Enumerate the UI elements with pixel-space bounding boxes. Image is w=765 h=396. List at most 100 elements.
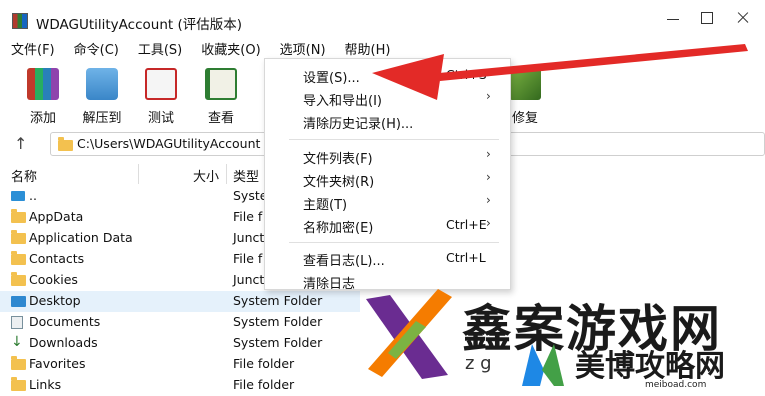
menu-item-settings[interactable]: 设置(S)... Ctrl+S: [265, 64, 510, 86]
extract-to-button[interactable]: 解压到: [75, 64, 129, 126]
list-item[interactable]: Documents System Folder: [0, 312, 360, 333]
archive-add-icon: [27, 68, 59, 100]
m-shape-left: [522, 344, 544, 386]
test-checklist-icon: [145, 68, 177, 100]
menu-item-name-encryption[interactable]: 名称加密(E) Ctrl+E ›: [265, 214, 510, 236]
file-type: System Folder: [233, 314, 323, 329]
up-arrow-icon[interactable]: ↑: [14, 134, 34, 154]
list-item[interactable]: Desktop System Folder: [0, 291, 360, 312]
folder-icon: [11, 230, 26, 244]
book-view-icon: [205, 68, 237, 100]
watermark-x-logo: [366, 289, 452, 379]
view-log-label: 查看日志(L)...: [303, 254, 385, 269]
menu-separator: [289, 139, 499, 140]
list-item[interactable]: Favorites File folder: [0, 354, 360, 375]
file-type: Junct: [233, 272, 265, 287]
chevron-right-icon: ›: [486, 89, 491, 103]
folder-icon: [11, 356, 26, 370]
list-item[interactable]: ↓ Downloads System Folder: [0, 333, 360, 354]
chevron-right-icon: ›: [486, 147, 491, 161]
clear-history-label: 清除历史记录(H)...: [303, 117, 414, 132]
column-divider[interactable]: [226, 164, 227, 184]
folder-icon: [11, 209, 26, 223]
menu-item-theme[interactable]: 主题(T) ›: [265, 191, 510, 213]
view-label: 查看: [207, 111, 234, 126]
file-type: File f: [233, 251, 263, 266]
minimize-button[interactable]: [661, 8, 685, 28]
file-type: System Folder: [233, 293, 323, 308]
watermark-url: meiboad.com: [645, 380, 707, 390]
m-shape-right: [542, 344, 564, 386]
column-size[interactable]: 大小: [193, 166, 219, 185]
menu-item-view-log[interactable]: 查看日志(L)... Ctrl+L: [265, 247, 510, 269]
folder-tree-label: 文件夹树(R): [303, 175, 375, 190]
file-name: Links: [29, 377, 62, 392]
clear-log-label: 清除日志: [303, 277, 356, 292]
view-log-shortcut: Ctrl+L: [446, 250, 486, 265]
add-label: 添加: [29, 111, 56, 126]
extract-to-label: 解压到: [82, 111, 122, 126]
menu-separator: [289, 242, 499, 243]
file-type: Junct: [233, 230, 265, 245]
file-name: Desktop: [29, 293, 81, 308]
file-type: File f: [233, 209, 263, 224]
folder-icon: [58, 137, 73, 151]
file-type: System Folder: [233, 335, 323, 350]
menu-item-import-export[interactable]: 导入和导出(I) ›: [265, 87, 510, 109]
repair-kit-icon: [509, 68, 541, 100]
menu-item-clear-history[interactable]: 清除历史记录(H)...: [265, 110, 510, 132]
menu-item-file-list[interactable]: 文件列表(F) ›: [265, 145, 510, 167]
menu-favorites[interactable]: 收藏夹(O): [190, 40, 268, 62]
winrar-app-icon: [12, 13, 28, 29]
path-text: C:\Users\WDAGUtilityAccount: [77, 136, 261, 151]
menu-item-folder-tree[interactable]: 文件夹树(R) ›: [265, 168, 510, 190]
folder-icon: [11, 272, 26, 286]
menu-tools[interactable]: 工具(S): [127, 40, 190, 62]
drive-icon: [11, 191, 25, 201]
menu-command[interactable]: 命令(C): [63, 40, 127, 62]
view-button[interactable]: 查看: [194, 64, 248, 126]
maximize-button[interactable]: [695, 8, 719, 28]
file-name: Documents: [29, 314, 101, 329]
file-name: Favorites: [29, 356, 86, 371]
folder-icon: [11, 377, 26, 391]
column-divider[interactable]: [138, 164, 139, 184]
name-encryption-label: 名称加密(E): [303, 221, 374, 236]
menu-file[interactable]: 文件(F): [0, 40, 63, 62]
list-item[interactable]: Links File folder: [0, 375, 360, 396]
file-type: File folder: [233, 356, 295, 371]
title-bar: WDAGUtilityAccount (评估版本): [0, 0, 765, 40]
settings-label: 设置(S)...: [303, 71, 360, 86]
file-name: Cookies: [29, 272, 78, 287]
desktop-icon: [11, 296, 26, 307]
file-list-label: 文件列表(F): [303, 152, 373, 167]
file-type: Syste: [233, 188, 268, 203]
test-label: 测试: [147, 111, 174, 126]
watermark-brand2-text: 美博攻略网: [575, 349, 725, 384]
folder-icon: [11, 251, 26, 265]
watermark-m-logo: [522, 344, 564, 386]
name-encryption-shortcut: Ctrl+E: [446, 217, 487, 232]
theme-label: 主题(T): [303, 198, 348, 213]
file-name: ..: [29, 188, 37, 203]
column-type[interactable]: 类型: [233, 166, 259, 185]
file-name: Application Data: [29, 230, 133, 245]
window-title: WDAGUtilityAccount (评估版本): [36, 17, 243, 33]
folder-extract-icon: [86, 68, 118, 100]
settings-shortcut: Ctrl+S: [446, 67, 487, 82]
close-button[interactable]: [731, 8, 755, 28]
import-export-label: 导入和导出(I): [303, 94, 382, 109]
download-icon: ↓: [11, 334, 23, 350]
chevron-right-icon: ›: [486, 193, 491, 207]
test-button[interactable]: 测试: [134, 64, 188, 126]
file-name: AppData: [29, 209, 84, 224]
documents-icon: [11, 316, 23, 329]
file-name: Downloads: [29, 335, 98, 350]
chevron-right-icon: ›: [486, 170, 491, 184]
chevron-right-icon: ›: [486, 216, 491, 230]
add-button[interactable]: 添加: [16, 64, 70, 126]
column-name[interactable]: 名称: [11, 166, 37, 185]
file-type: File folder: [233, 377, 295, 392]
options-dropdown-menu: 设置(S)... Ctrl+S 导入和导出(I) › 清除历史记录(H)... …: [264, 58, 511, 292]
watermark-sub-text: z g: [465, 353, 492, 374]
